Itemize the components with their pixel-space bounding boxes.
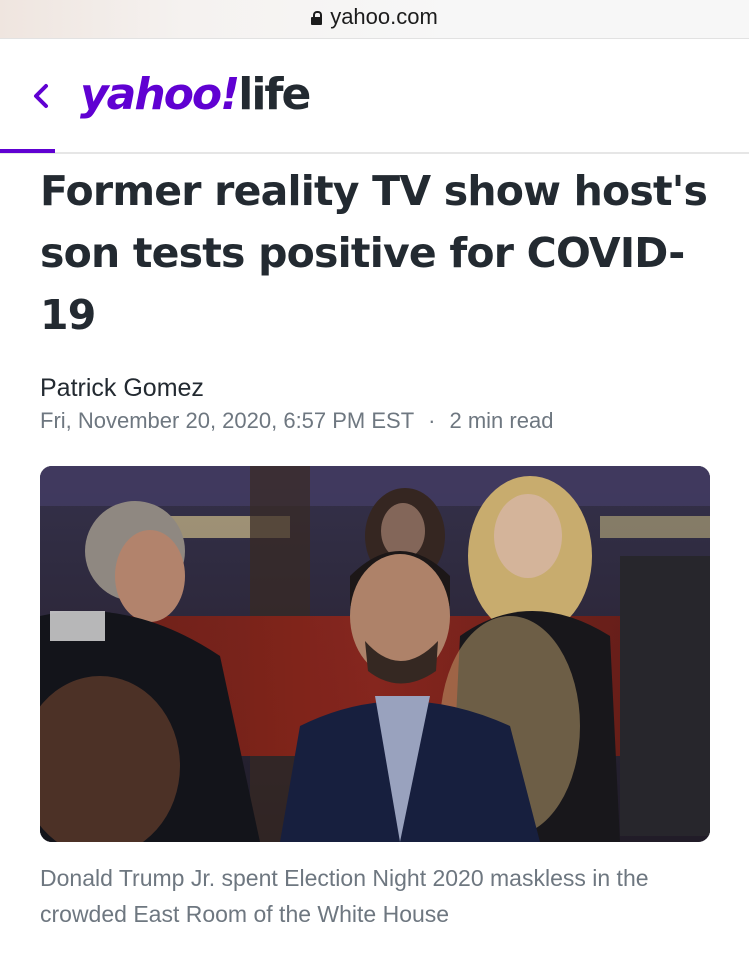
- article-meta: Fri, November 20, 2020, 6:57 PM EST · 2 mi…: [40, 408, 553, 434]
- photo-illustration: [40, 466, 710, 842]
- article-author[interactable]: Patrick Gomez: [40, 374, 204, 403]
- read-time: 2 min read: [449, 408, 554, 433]
- article-photo[interactable]: [40, 466, 710, 842]
- meta-separator: ·: [428, 408, 436, 433]
- url-display[interactable]: yahoo.com: [0, 4, 749, 30]
- url-text: yahoo.com: [330, 4, 438, 29]
- browser-address-bar[interactable]: yahoo.com: [0, 0, 749, 39]
- site-header: yahoo!life: [0, 39, 749, 154]
- logo-section: life: [238, 69, 311, 120]
- lock-icon: [311, 11, 323, 25]
- logo-brand: yahoo: [80, 69, 222, 120]
- active-section-indicator: [0, 149, 55, 153]
- yahoo-life-logo[interactable]: yahoo!life: [80, 67, 311, 123]
- chevron-left-icon[interactable]: [27, 81, 57, 111]
- article-headline: Former reality TV show host's son tests …: [40, 167, 708, 339]
- logo-bang: !: [220, 69, 240, 120]
- photo-caption: Donald Trump Jr. spent Election Night 20…: [40, 865, 649, 927]
- publish-date: Fri, November 20, 2020, 6:57 PM EST: [40, 408, 415, 433]
